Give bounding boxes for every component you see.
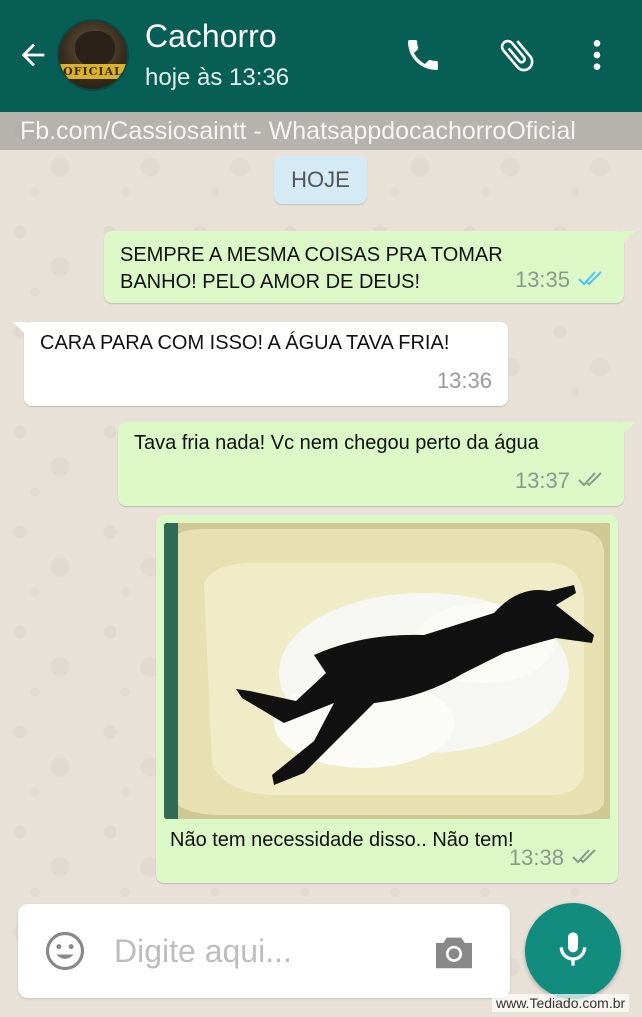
site-credit: www.Tediado.com.br: [492, 994, 630, 1012]
avatar-label: OFICIAL: [59, 64, 127, 79]
emoji-icon[interactable]: [44, 930, 86, 972]
message-text: Tava fria nada! Vc nem chegou perto da á…: [134, 430, 539, 457]
message-bubble-outgoing[interactable]: Tava fria nada! Vc nem chegou perto da á…: [118, 422, 635, 506]
dog-silhouette-icon: [75, 31, 115, 67]
message-meta: 13:38: [509, 845, 602, 871]
message-bubble-incoming[interactable]: CARA PARA COM ISSO! A ÁGUA TAVA FRIA! 13…: [13, 322, 508, 406]
message-time: 13:35: [514, 267, 570, 292]
chat-header: OFICIAL Cachorro hoje às 13:36: [0, 0, 642, 112]
message-meta: 13:35: [515, 267, 608, 293]
date-separator: HOJE: [274, 156, 367, 204]
last-seen-status: hoje às 13:36: [145, 64, 290, 91]
double-check-gray-icon: [578, 468, 608, 494]
back-arrow-icon[interactable]: [14, 36, 52, 74]
message-bubble-outgoing[interactable]: SEMPRE A MESMA COISAS PRA TOMAR BANHO! P…: [104, 231, 635, 303]
message-composer: [18, 904, 510, 998]
message-time: 13:36: [436, 368, 492, 393]
camera-icon[interactable]: [432, 934, 476, 970]
message-time: 13:38: [508, 845, 564, 870]
double-check-blue-icon: [578, 267, 608, 293]
message-bubble-image[interactable]: Não tem necessidade disso.. Não tem! 13:…: [156, 515, 618, 883]
message-meta: 13:36: [437, 368, 492, 394]
message-line: SEMPRE A MESMA COISAS PRA TOMAR: [120, 244, 503, 266]
more-vert-icon[interactable]: [574, 32, 620, 78]
contact-name[interactable]: Cachorro: [145, 18, 277, 55]
photo-dog-bathtub: [164, 523, 610, 819]
mic-button[interactable]: [525, 903, 621, 999]
message-text: CARA PARA COM ISSO! A ÁGUA TAVA FRIA!: [40, 330, 449, 357]
message-text: SEMPRE A MESMA COISAS PRA TOMAR BANHO! P…: [120, 242, 503, 296]
double-check-gray-icon: [572, 845, 602, 871]
phone-icon[interactable]: [400, 32, 446, 78]
avatar[interactable]: OFICIAL: [57, 19, 129, 91]
watermark-banner: Fb.com/Cassiosaintt - Whatsappdocachorro…: [0, 112, 642, 150]
shared-photo[interactable]: [164, 523, 610, 819]
paperclip-icon[interactable]: [494, 32, 540, 78]
message-meta: 13:37: [515, 468, 608, 494]
message-time: 13:37: [514, 468, 570, 493]
bubble-tail: [621, 231, 635, 245]
mic-icon: [553, 927, 593, 976]
message-line: Tava fria nada! Vc nem chegou perto da á…: [134, 432, 539, 454]
message-input[interactable]: [114, 926, 414, 976]
image-caption: Não tem necessidade disso.. Não tem!: [170, 829, 514, 851]
bubble-tail: [621, 422, 635, 436]
message-line: BANHO! PELO AMOR DE DEUS!: [120, 271, 421, 293]
message-line: CARA PARA COM ISSO! A ÁGUA TAVA FRIA!: [40, 332, 450, 354]
bubble-tail: [13, 322, 27, 336]
